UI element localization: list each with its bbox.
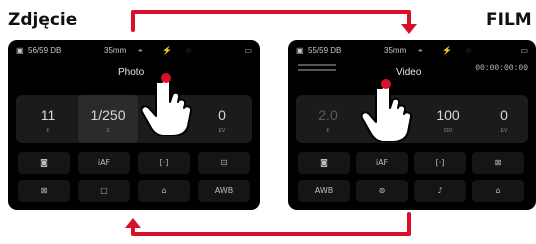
param-shutter[interactable]: 1/250 S bbox=[78, 95, 138, 143]
arrow-head-down bbox=[401, 24, 417, 34]
drive-icon[interactable]: ⌂ bbox=[472, 180, 524, 202]
stabilizer-icon[interactable]: ⊛ bbox=[356, 180, 408, 202]
video-status-bar: ▣ 55/59 DB 35mm ⌖ ⚡ ◌ ▭ bbox=[296, 46, 528, 58]
memory-card-icon: ▣ bbox=[296, 46, 304, 55]
audio-level-bar bbox=[298, 64, 336, 66]
battery-icon: ▭ bbox=[244, 46, 252, 55]
arrow-photo-to-video bbox=[131, 10, 411, 32]
af-icon[interactable]: iAF bbox=[78, 152, 130, 174]
frame-icon[interactable]: ⊠ bbox=[18, 180, 70, 202]
gps-icon: ⌖ bbox=[418, 46, 423, 55]
photo-lens: 35mm bbox=[104, 46, 127, 55]
stabilizer-icon: ◌ bbox=[466, 46, 471, 55]
drive-icon[interactable]: ⌂ bbox=[138, 180, 190, 202]
tap-hand-photo-icon bbox=[140, 73, 193, 136]
param-exposure[interactable]: 0 EV bbox=[192, 95, 252, 143]
flash-off-icon: ⚡ bbox=[442, 46, 452, 55]
arrow-head-up bbox=[125, 218, 141, 228]
af-icon[interactable]: iAF bbox=[356, 152, 408, 174]
gps-icon: ⌖ bbox=[138, 46, 143, 55]
arrow-video-to-photo bbox=[131, 212, 411, 236]
metering-icon[interactable]: [·] bbox=[138, 152, 190, 174]
auto-wb-icon[interactable]: AWB bbox=[298, 180, 350, 202]
picture-icon[interactable]: ⊠ bbox=[472, 152, 524, 174]
white-balance-icon[interactable]: ⊡ bbox=[198, 152, 250, 174]
photo-status-bar: ▣ 56/59 DB 35mm ⌖ ⚡ ◌ ▭ bbox=[16, 46, 252, 58]
photo-memory: 56/59 DB bbox=[28, 46, 62, 55]
metering-icon[interactable]: [·] bbox=[414, 152, 466, 174]
timecode: 00:00:00:00 bbox=[475, 64, 528, 73]
auto-wb-icon[interactable]: AWB bbox=[198, 180, 250, 202]
photo-screen: ▣ 56/59 DB 35mm ⌖ ⚡ ◌ ▭ Photo 11 F 1/250 S… bbox=[8, 40, 260, 210]
tap-hand-video-icon bbox=[360, 79, 413, 142]
param-aperture[interactable]: 11 F bbox=[18, 95, 78, 143]
photo-params: 11 F 1/250 S 0 EV bbox=[16, 95, 252, 143]
param-iso[interactable]: 100 ISO bbox=[418, 95, 478, 143]
param-exposure[interactable]: 0 EV bbox=[474, 95, 534, 143]
memory-card-icon: ▣ bbox=[16, 46, 24, 55]
video-lens: 35mm bbox=[384, 46, 407, 55]
battery-icon: ▭ bbox=[520, 46, 528, 55]
camera-icon[interactable]: ◙ bbox=[298, 152, 350, 174]
video-memory: 55/59 DB bbox=[308, 46, 342, 55]
audio-level-bar bbox=[298, 69, 336, 71]
microphone-icon[interactable]: ♪ bbox=[414, 180, 466, 202]
param-aperture[interactable]: 2.0 F bbox=[298, 95, 358, 143]
camera-icon[interactable]: ◙ bbox=[18, 152, 70, 174]
square-icon[interactable]: ▢ bbox=[78, 180, 130, 202]
flash-off-icon: ⚡ bbox=[162, 46, 172, 55]
stabilizer-icon: ◌ bbox=[186, 46, 191, 55]
